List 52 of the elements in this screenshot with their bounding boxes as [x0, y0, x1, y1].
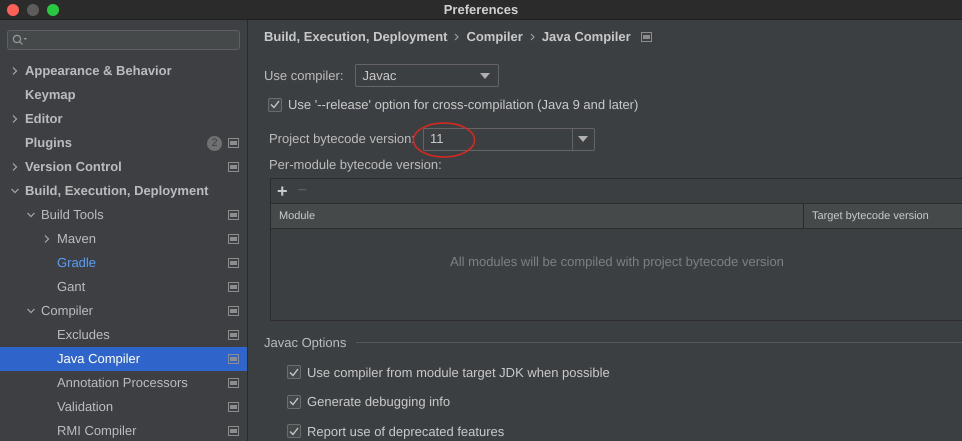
checkbox-label: Generate debugging info	[307, 393, 450, 411]
tree-item[interactable]: Compiler	[0, 299, 247, 323]
field-label: Per-module bytecode version:	[269, 156, 443, 174]
close-button[interactable]	[7, 4, 19, 16]
dropdown-caret-icon	[480, 72, 490, 78]
empty-table-message: All modules will be compiled with project bytecode version	[450, 253, 784, 272]
tree-item[interactable]: Gant	[0, 275, 247, 299]
tree-item[interactable]: Editor	[0, 107, 247, 131]
search-field[interactable]	[7, 30, 240, 50]
bytecode-version-dropdown[interactable]: 11	[422, 128, 595, 150]
checkbox[interactable]	[287, 394, 301, 409]
chevron-down-icon[interactable]	[11, 187, 19, 195]
search-icon	[12, 34, 28, 46]
checkbox[interactable]	[268, 98, 282, 112]
chevron-right-icon	[454, 32, 460, 40]
column-header: Module	[271, 204, 804, 228]
field-label: Use compiler:	[264, 66, 344, 85]
chevron-right-icon[interactable]	[11, 163, 19, 171]
window-title: Preferences	[444, 0, 518, 19]
tree-item[interactable]: Build, Execution, Deployment	[0, 179, 247, 203]
chevron-down-icon[interactable]	[27, 211, 35, 219]
tree-item[interactable]: Java Compiler	[0, 347, 247, 371]
checkbox-label: Use '--release' option for cross-compilation (Java 9 and later)	[288, 96, 638, 114]
tree-item[interactable]: Appearance & Behavior	[0, 59, 247, 83]
compiler-dropdown[interactable]: Javac	[355, 64, 500, 87]
checkbox[interactable]	[287, 424, 301, 438]
checkbox[interactable]	[287, 365, 301, 380]
tree-item[interactable]: Excludes	[0, 323, 247, 347]
tree-item[interactable]: Annotation Processors	[0, 371, 247, 395]
chevron-right-icon[interactable]	[11, 67, 19, 75]
tree-item[interactable]: RMI Compiler	[0, 419, 247, 441]
chevron-right-icon[interactable]	[11, 115, 19, 123]
tree-item[interactable]: Maven	[0, 227, 247, 251]
breadcrumb-item: Compiler	[466, 28, 523, 46]
column-header: Target bytecode version	[811, 208, 930, 224]
project-scope-icon	[640, 32, 652, 42]
tree-item[interactable]: Validation	[0, 395, 247, 419]
zoom-button[interactable]	[47, 4, 59, 16]
checkbox-label: Use compiler from module target JDK when possible	[307, 364, 610, 382]
chevron-right-icon	[530, 32, 535, 40]
tree-item[interactable]: Gradle	[0, 251, 247, 275]
breadcrumb-item: Java Compiler	[542, 28, 631, 46]
chevron-right-icon[interactable]	[43, 235, 51, 243]
tree-item[interactable]: Build Tools	[0, 203, 247, 227]
chevron-down-icon[interactable]	[27, 307, 35, 315]
section-title: Javac Options	[264, 334, 346, 352]
tree-item[interactable]: Version Control	[0, 155, 247, 179]
checkbox-label: Report use of deprecated features	[307, 422, 504, 441]
tree-item[interactable]: Keymap	[0, 83, 247, 107]
add-button[interactable]: +	[277, 182, 288, 200]
breadcrumb-item: Build, Execution, Deployment	[264, 28, 448, 46]
dropdown-caret-icon	[578, 136, 588, 142]
